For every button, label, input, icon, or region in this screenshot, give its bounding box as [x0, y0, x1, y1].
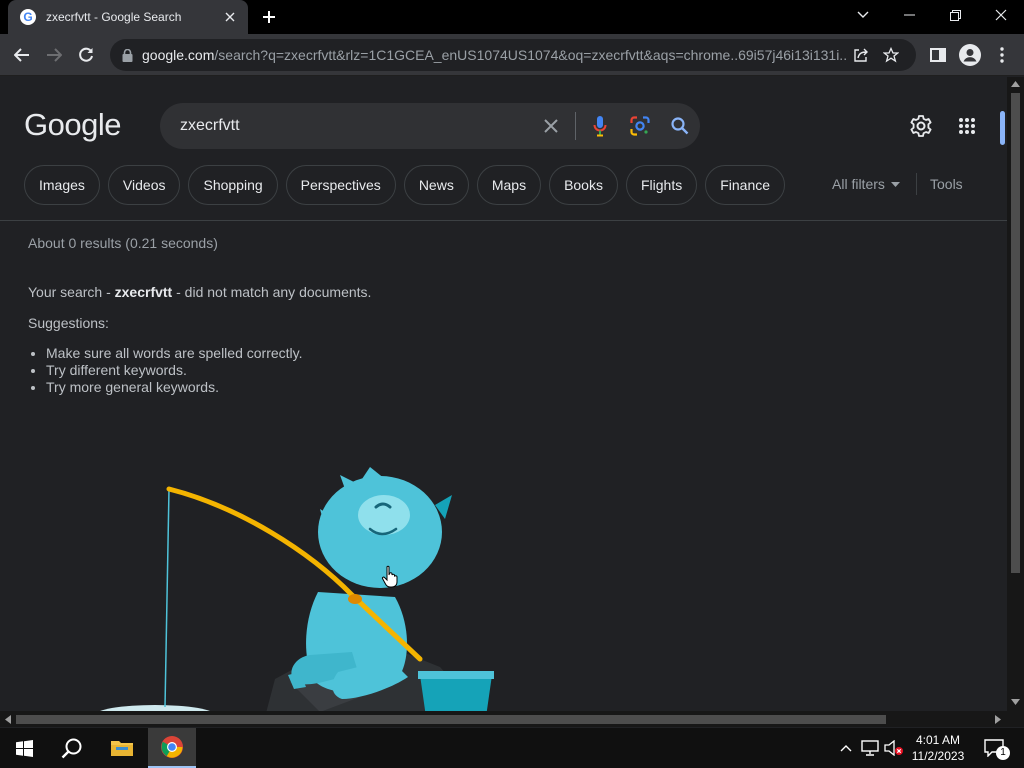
reload-button[interactable]: [72, 41, 100, 69]
chrome-menu-icon[interactable]: [988, 41, 1016, 69]
chip-news[interactable]: News: [403, 165, 469, 205]
scrollbar-corner: [1007, 711, 1024, 727]
scroll-up-arrow-icon[interactable]: [1011, 81, 1020, 87]
suggestion-item: Try more general keywords.: [46, 379, 303, 396]
google-favicon-icon: G: [20, 9, 36, 25]
chip-perspectives[interactable]: Perspectives: [285, 165, 396, 205]
chip-books[interactable]: Books: [549, 165, 618, 205]
search-input[interactable]: zxecrfvtt: [180, 117, 531, 135]
vertical-scroll-thumb[interactable]: [1011, 93, 1020, 573]
side-panel-icon[interactable]: [924, 41, 952, 69]
clock-time: 4:01 AM: [915, 733, 961, 747]
search-icon[interactable]: [660, 106, 700, 146]
back-button[interactable]: [8, 41, 36, 69]
hand-cursor-icon: [381, 565, 398, 588]
voice-search-icon[interactable]: [580, 106, 620, 146]
chip-finance[interactable]: Finance: [705, 165, 786, 205]
restore-button[interactable]: [932, 0, 978, 30]
google-apps-icon[interactable]: [954, 113, 980, 139]
windows-start-icon[interactable]: [0, 728, 48, 768]
result-stats: About 0 results (0.21 seconds): [28, 235, 218, 251]
suggestions-list: Make sure all words are spelled correctl…: [46, 345, 303, 396]
lock-icon[interactable]: [120, 48, 134, 62]
lens-search-icon[interactable]: [620, 106, 660, 146]
url-text[interactable]: google.com/search?q=zxecrfvtt&rlz=1C1GCE…: [142, 47, 846, 63]
share-icon[interactable]: [846, 40, 876, 70]
chip-maps[interactable]: Maps: [476, 165, 542, 205]
address-bar[interactable]: google.com/search?q=zxecrfvtt&rlz=1C1GCE…: [110, 39, 916, 71]
close-tab-icon[interactable]: [222, 9, 238, 25]
minimize-button[interactable]: [886, 0, 932, 30]
notification-count-badge: 1: [996, 746, 1010, 760]
search-box[interactable]: zxecrfvtt: [160, 103, 700, 149]
scroll-down-arrow-icon[interactable]: [1011, 699, 1020, 705]
chip-videos[interactable]: Videos: [107, 165, 181, 205]
settings-gear-icon[interactable]: [908, 113, 934, 139]
profile-avatar[interactable]: [956, 41, 984, 69]
query-term: zxecrfvtt: [114, 284, 173, 300]
dropdown-arrow-icon: [890, 181, 900, 187]
fishing-line: [164, 488, 170, 708]
search-taskbar-icon[interactable]: [48, 728, 96, 768]
system-clock[interactable]: 4:01 AM 11/2/2023: [906, 732, 970, 764]
yeti-face: [358, 495, 410, 535]
new-tab-button[interactable]: [258, 6, 280, 28]
windows-taskbar: 4:01 AM 11/2/2023 1: [0, 728, 1024, 768]
search-results-page: Google zxecrfvtt Images Videos Shopping …: [0, 77, 1007, 711]
network-icon[interactable]: [860, 738, 880, 758]
all-filters-label: All filters: [832, 176, 885, 192]
forward-button[interactable]: [40, 41, 68, 69]
chrome-taskbar-icon[interactable]: [148, 728, 196, 768]
close-window-button[interactable]: [978, 0, 1024, 30]
notification-center-icon[interactable]: 1: [982, 738, 1010, 760]
scroll-marker: [1000, 111, 1005, 145]
horizontal-scroll-thumb[interactable]: [16, 715, 886, 724]
clock-date: 11/2/2023: [911, 749, 965, 763]
bookmark-star-icon[interactable]: [876, 40, 906, 70]
browser-toolbar: google.com/search?q=zxecrfvtt&rlz=1C1GCE…: [0, 34, 1024, 76]
no-results-message: Your search - zxecrfvtt - did not match …: [28, 284, 372, 300]
google-logo[interactable]: Google: [24, 107, 121, 143]
search-filter-chips: Images Videos Shopping Perspectives News…: [24, 165, 786, 205]
scroll-left-arrow-icon[interactable]: [5, 715, 11, 724]
tab-search-icon[interactable]: [840, 0, 886, 30]
show-hidden-icons-icon[interactable]: [836, 738, 856, 758]
chip-flights[interactable]: Flights: [625, 165, 698, 205]
tab-title: zxecrfvtt - Google Search: [46, 10, 182, 24]
horizontal-scrollbar[interactable]: [0, 711, 1007, 727]
chip-images[interactable]: Images: [24, 165, 100, 205]
file-explorer-icon[interactable]: [98, 728, 146, 768]
header-divider: [0, 220, 1007, 221]
suggestions-heading: Suggestions:: [28, 315, 109, 331]
scroll-right-arrow-icon[interactable]: [995, 715, 1001, 724]
fishing-yeti-illustration: [100, 467, 494, 711]
suggestion-item: Make sure all words are spelled correctl…: [46, 345, 303, 362]
search-divider: [575, 112, 576, 140]
chip-shopping[interactable]: Shopping: [188, 165, 278, 205]
bucket: [420, 675, 492, 711]
tools-button[interactable]: Tools: [930, 176, 963, 192]
vertical-scrollbar[interactable]: [1000, 77, 1024, 711]
filters-divider: [916, 173, 917, 195]
suggestion-item: Try different keywords.: [46, 362, 303, 379]
tab-strip: G zxecrfvtt - Google Search: [0, 0, 1024, 34]
clear-search-icon[interactable]: [531, 106, 571, 146]
browser-tab[interactable]: G zxecrfvtt - Google Search: [8, 0, 248, 34]
volume-muted-icon[interactable]: [884, 738, 904, 758]
all-filters-button[interactable]: All filters: [832, 176, 900, 192]
